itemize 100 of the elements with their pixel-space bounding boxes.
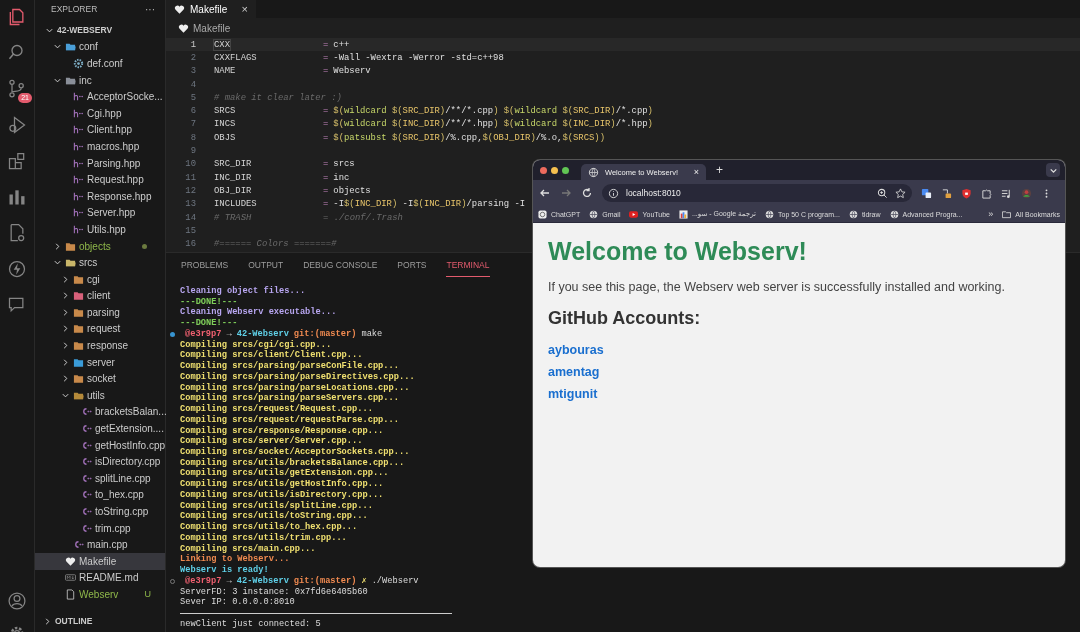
tree-item[interactable]: isDirectory.cpp [35,453,165,471]
tree-item[interactable]: Response.hpp [35,187,165,205]
tree-item[interactable]: conf [35,38,165,56]
terminal-text: Cleaning Webserv executable... [180,307,337,319]
tree-item[interactable]: cgi [35,270,165,288]
account-link[interactable]: amentag [548,365,600,379]
tree-item[interactable]: getExtension.... [35,420,165,437]
globe-icon [848,209,858,219]
account-link[interactable]: mtigunit [548,387,598,401]
tree-item[interactable]: Webserv U [35,586,165,603]
tree-item[interactable]: Client.hpp [35,121,165,139]
avatar-icon[interactable] [1021,187,1032,199]
terminal-text: Compiling srcs/utils/bracketsBalance.cpp... [180,457,405,468]
account-link[interactable]: aybouras [548,343,604,357]
zoom-icon[interactable] [877,187,888,199]
panel-tab[interactable]: PROBLEMS [180,253,230,277]
run-debug-icon[interactable] [7,115,27,135]
tree-item[interactable]: objects [35,237,165,255]
tree-item[interactable]: Parsing.hpp [35,154,165,172]
file-icon [65,589,76,600]
star-icon[interactable] [895,187,906,199]
terminal-text: Compiling srcs/cgi/cgi.cpp... [180,339,332,350]
terminal-text: Compiling srcs/client/Client.cpp... [180,350,363,361]
tree-item[interactable]: macros.hpp [35,138,165,155]
tree-item[interactable]: request [35,320,165,338]
line-number: 14 [184,212,197,223]
tree-item[interactable]: trim.cpp [35,519,165,537]
code-text: = inc [323,172,350,183]
page-heading: Welcome to Webserv! [548,237,808,266]
close-icon[interactable]: × [241,3,248,15]
tab-search-button[interactable] [1046,163,1060,177]
close-icon[interactable]: × [693,167,699,177]
code-text: INCS [214,119,236,130]
puzzle-icon[interactable] [981,187,992,199]
media-control-icon[interactable] [1001,187,1012,199]
tree-item[interactable]: AcceptorSocke... [35,88,165,105]
terminal-text: Compiling srcs/utils/getExtension.cpp... [180,468,389,479]
new-tab-button[interactable]: + [710,163,729,177]
extensions-icon[interactable] [7,151,27,171]
line-number: 4 [189,79,197,90]
panel-tab[interactable]: TERMINAL [445,253,491,277]
line-number: 8 [189,132,197,143]
tree-item[interactable]: Utils.hpp [35,221,165,238]
code-text: = objects [323,185,371,196]
tree-item[interactable]: srcs [35,254,165,271]
terminal-text: → [226,575,232,587]
tree-item[interactable]: toString.cpp [35,503,165,520]
tree-item[interactable]: getHostInfo.cpp [35,436,165,454]
terminal-text: Compiling srcs/utils/trim.cpp... [180,532,347,544]
tree-item[interactable]: README.md [35,569,165,587]
cpp-file-icon [81,406,92,418]
heart-icon [178,22,189,34]
globe-icon [589,209,599,219]
tree-item[interactable]: server [35,353,165,371]
terminal-text: newClient just connected: 5 [180,618,321,630]
tree-item[interactable]: Makefile [35,553,165,570]
translate-icon[interactable] [921,187,932,199]
editor-tab[interactable]: Makefile × [166,0,256,18]
line-number: 7 [189,119,197,130]
tree-item[interactable]: main.cpp [35,536,165,553]
tree-item[interactable]: to_hex.cpp [35,486,165,504]
code-text: = -Wall -Wextra -Werror -std=c++98 [323,52,504,63]
tree-item[interactable]: def.conf [35,55,165,72]
panel-tab[interactable]: PORTS [396,253,428,277]
tree-item[interactable]: parsing [35,304,165,321]
chevron-icon[interactable] [43,616,52,626]
cpp-file-icon [81,489,92,501]
tree-item[interactable]: client [35,287,165,305]
lightning-icon[interactable] [7,259,27,279]
terminal-text: ✗ [361,575,367,587]
tree-item[interactable]: inc [35,71,165,89]
terminal-text: git:(master) [293,328,357,340]
back-icon[interactable] [539,187,551,199]
tree-item[interactable]: splitLine.cpp [35,470,165,487]
tree-item[interactable]: Server.hpp [35,204,165,222]
code-text: INC_DIR [214,172,252,183]
tree-item[interactable]: socket [35,370,165,388]
tree-item[interactable]: bracketsBalan... [35,403,165,421]
tree-item[interactable]: response [35,337,165,354]
info-icon [608,187,619,199]
branch-icon[interactable] [7,79,27,99]
more-bookmarks-button[interactable]: » [988,209,994,219]
tree-item[interactable]: utils [35,387,165,404]
tree-item[interactable]: Request.hpp [35,171,165,188]
breadcrumb[interactable]: Makefile [193,22,231,34]
code-text: = -I$(INC_DIR) -I$(INC_DIR)/parsing -I [323,199,526,210]
more-actions-button[interactable]: ··· [145,3,155,15]
outline-section-header[interactable]: OUTLINE [35,614,165,628]
bar-chart-icon[interactable] [7,187,27,207]
panel-tab[interactable]: OUTPUT [247,253,285,277]
reload-icon[interactable] [581,187,593,199]
panel-tab[interactable]: DEBUG CONSOLE [302,253,379,277]
header-file-icon [73,91,84,103]
explorer-root[interactable]: 42-WEBSERV [35,22,165,39]
tree-item[interactable]: Cgi.hpp [35,104,165,122]
account-icon[interactable] [7,591,27,611]
header-file-icon [73,107,84,119]
address-bar[interactable]: localhost:8010 [602,184,912,202]
shield-icon[interactable] [961,187,972,199]
extension-badge-icon[interactable] [941,187,952,199]
